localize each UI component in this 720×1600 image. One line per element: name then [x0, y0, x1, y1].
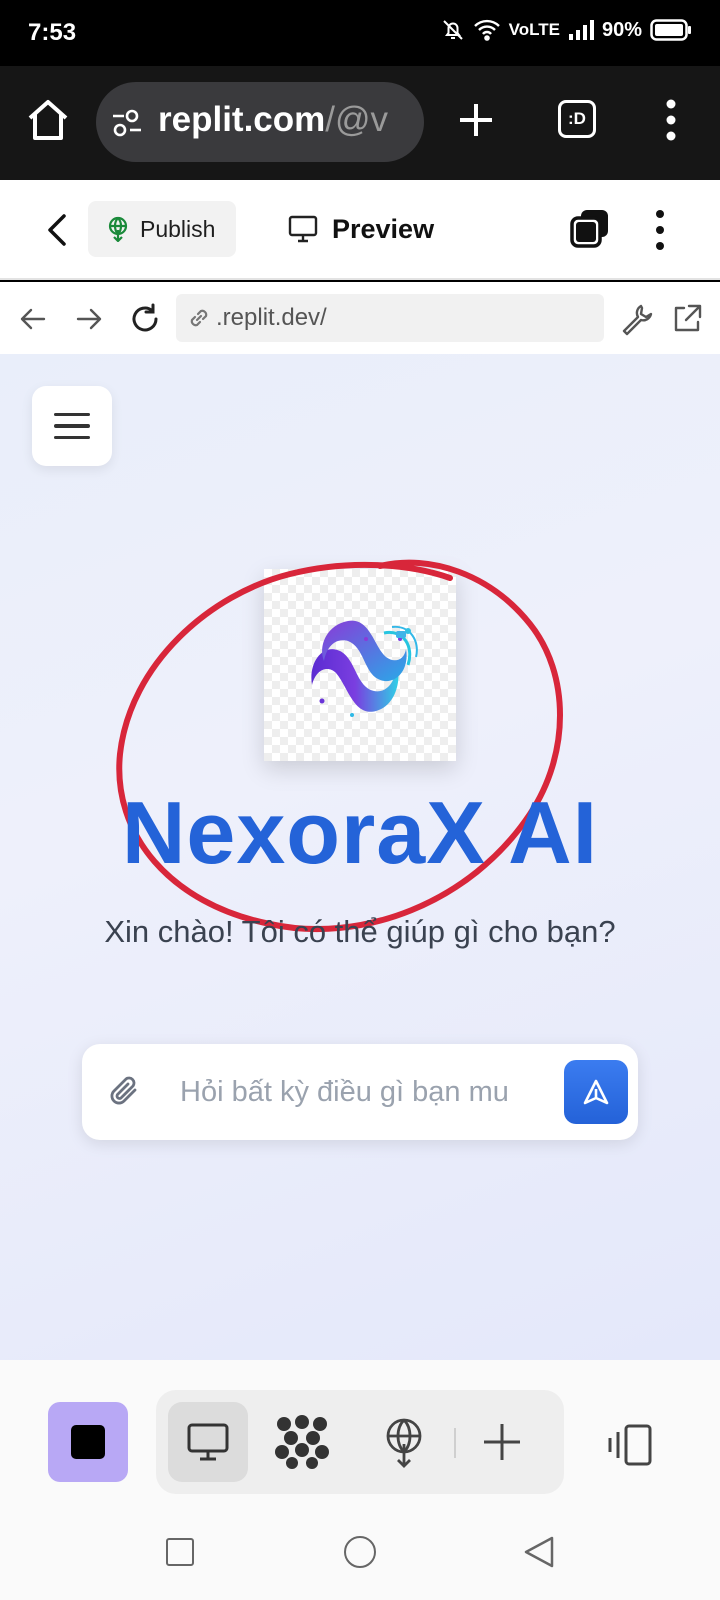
preview-toolbar: .replit.dev/ [0, 282, 720, 354]
replit-dock [0, 1360, 720, 1500]
dock-tools [156, 1390, 564, 1494]
open-new-tab-button[interactable] [670, 302, 704, 336]
replit-header: Publish Preview [0, 180, 720, 280]
devtools-button[interactable] [620, 302, 654, 336]
url-path: /@v [325, 100, 389, 139]
paperclip-icon [110, 1076, 137, 1105]
url-host: replit.com [158, 100, 326, 139]
chat-input[interactable] [180, 1068, 520, 1116]
dock-panels-button[interactable] [606, 1422, 654, 1470]
recents-button[interactable] [166, 1538, 194, 1566]
chat-composer [82, 1044, 638, 1140]
stop-icon [71, 1425, 105, 1459]
monitor-icon [187, 1423, 229, 1461]
tab-preview[interactable]: Preview [288, 204, 434, 254]
arrow-left-icon [20, 308, 46, 330]
network-type: VoLTE [508, 20, 560, 39]
status-icons: VoLTE 90% [441, 18, 692, 42]
apps-grid-icon [275, 1415, 329, 1469]
back-button[interactable] [42, 212, 72, 248]
attach-button[interactable] [108, 1074, 144, 1110]
split-panels-icon [608, 1424, 652, 1466]
greeting-text: Xin chào! Tôi có thể giúp gì cho bạn? [104, 914, 616, 949]
preview-url: .replit.dev/ [216, 304, 327, 331]
signal-icon [568, 20, 594, 40]
preview-label: Preview [332, 213, 435, 244]
arrow-right-icon [76, 308, 102, 330]
app-preview: NexoraX AI Xin chào! Tôi có thể giúp gì … [0, 354, 720, 1360]
dock-add-button[interactable] [478, 1418, 526, 1466]
more-vertical-icon [656, 210, 664, 250]
monitor-icon [288, 215, 318, 243]
system-home-button[interactable] [344, 1536, 376, 1568]
external-link-icon [674, 304, 702, 332]
send-button[interactable] [564, 1060, 628, 1124]
site-settings-icon[interactable] [110, 106, 144, 140]
preview-reload-button[interactable] [128, 302, 162, 336]
wrench-icon [622, 304, 653, 336]
publish-label: Publish [140, 215, 216, 242]
system-back-button[interactable] [522, 1534, 556, 1570]
hamburger-icon [54, 412, 90, 417]
browser-url: replit.com/@v [158, 100, 388, 140]
reload-icon [132, 303, 158, 332]
browser-address-bar[interactable]: replit.com/@v [96, 82, 424, 162]
android-navigation-bar [0, 1500, 720, 1600]
plus-icon [460, 104, 492, 136]
send-icon [583, 1079, 609, 1105]
dock-deploy-button[interactable] [376, 1414, 432, 1470]
layers-icon [570, 210, 608, 248]
publish-icon [108, 216, 128, 242]
stop-button[interactable] [48, 1402, 128, 1482]
triangle-back-icon [524, 1536, 554, 1568]
browser-menu-button[interactable] [656, 96, 686, 144]
status-bar: 7:53 VoLTE 90% [0, 0, 720, 66]
dock-preview-button[interactable] [168, 1402, 248, 1482]
publish-icon [386, 1418, 422, 1468]
home-icon [28, 100, 68, 140]
preview-back-button[interactable] [18, 304, 48, 334]
menu-button[interactable] [32, 386, 112, 466]
publish-button[interactable]: Publish [88, 201, 236, 257]
home-button[interactable] [24, 96, 72, 144]
preview-url-field[interactable]: .replit.dev/ [176, 294, 604, 342]
preview-forward-button[interactable] [74, 304, 104, 334]
chevron-left-icon [48, 214, 66, 246]
more-vertical-icon [666, 99, 676, 141]
status-time: 7:53 [28, 19, 77, 46]
new-tab-button[interactable] [456, 100, 496, 140]
battery-icon [650, 19, 692, 41]
plus-icon [484, 1424, 520, 1460]
wifi-icon [473, 19, 501, 41]
battery-percent: 90% [601, 18, 642, 41]
dock-apps-button[interactable] [274, 1414, 330, 1470]
app-title: NexoraX AI [121, 783, 599, 882]
workspace-tabs-button[interactable] [570, 208, 610, 248]
app-menu-button[interactable] [648, 208, 672, 252]
browser-toolbar: replit.com/@v :D [0, 66, 720, 180]
link-icon [190, 309, 208, 327]
bell-off-icon [441, 18, 465, 42]
tab-switcher-button[interactable]: :D [558, 100, 596, 138]
dock-divider [454, 1428, 456, 1458]
